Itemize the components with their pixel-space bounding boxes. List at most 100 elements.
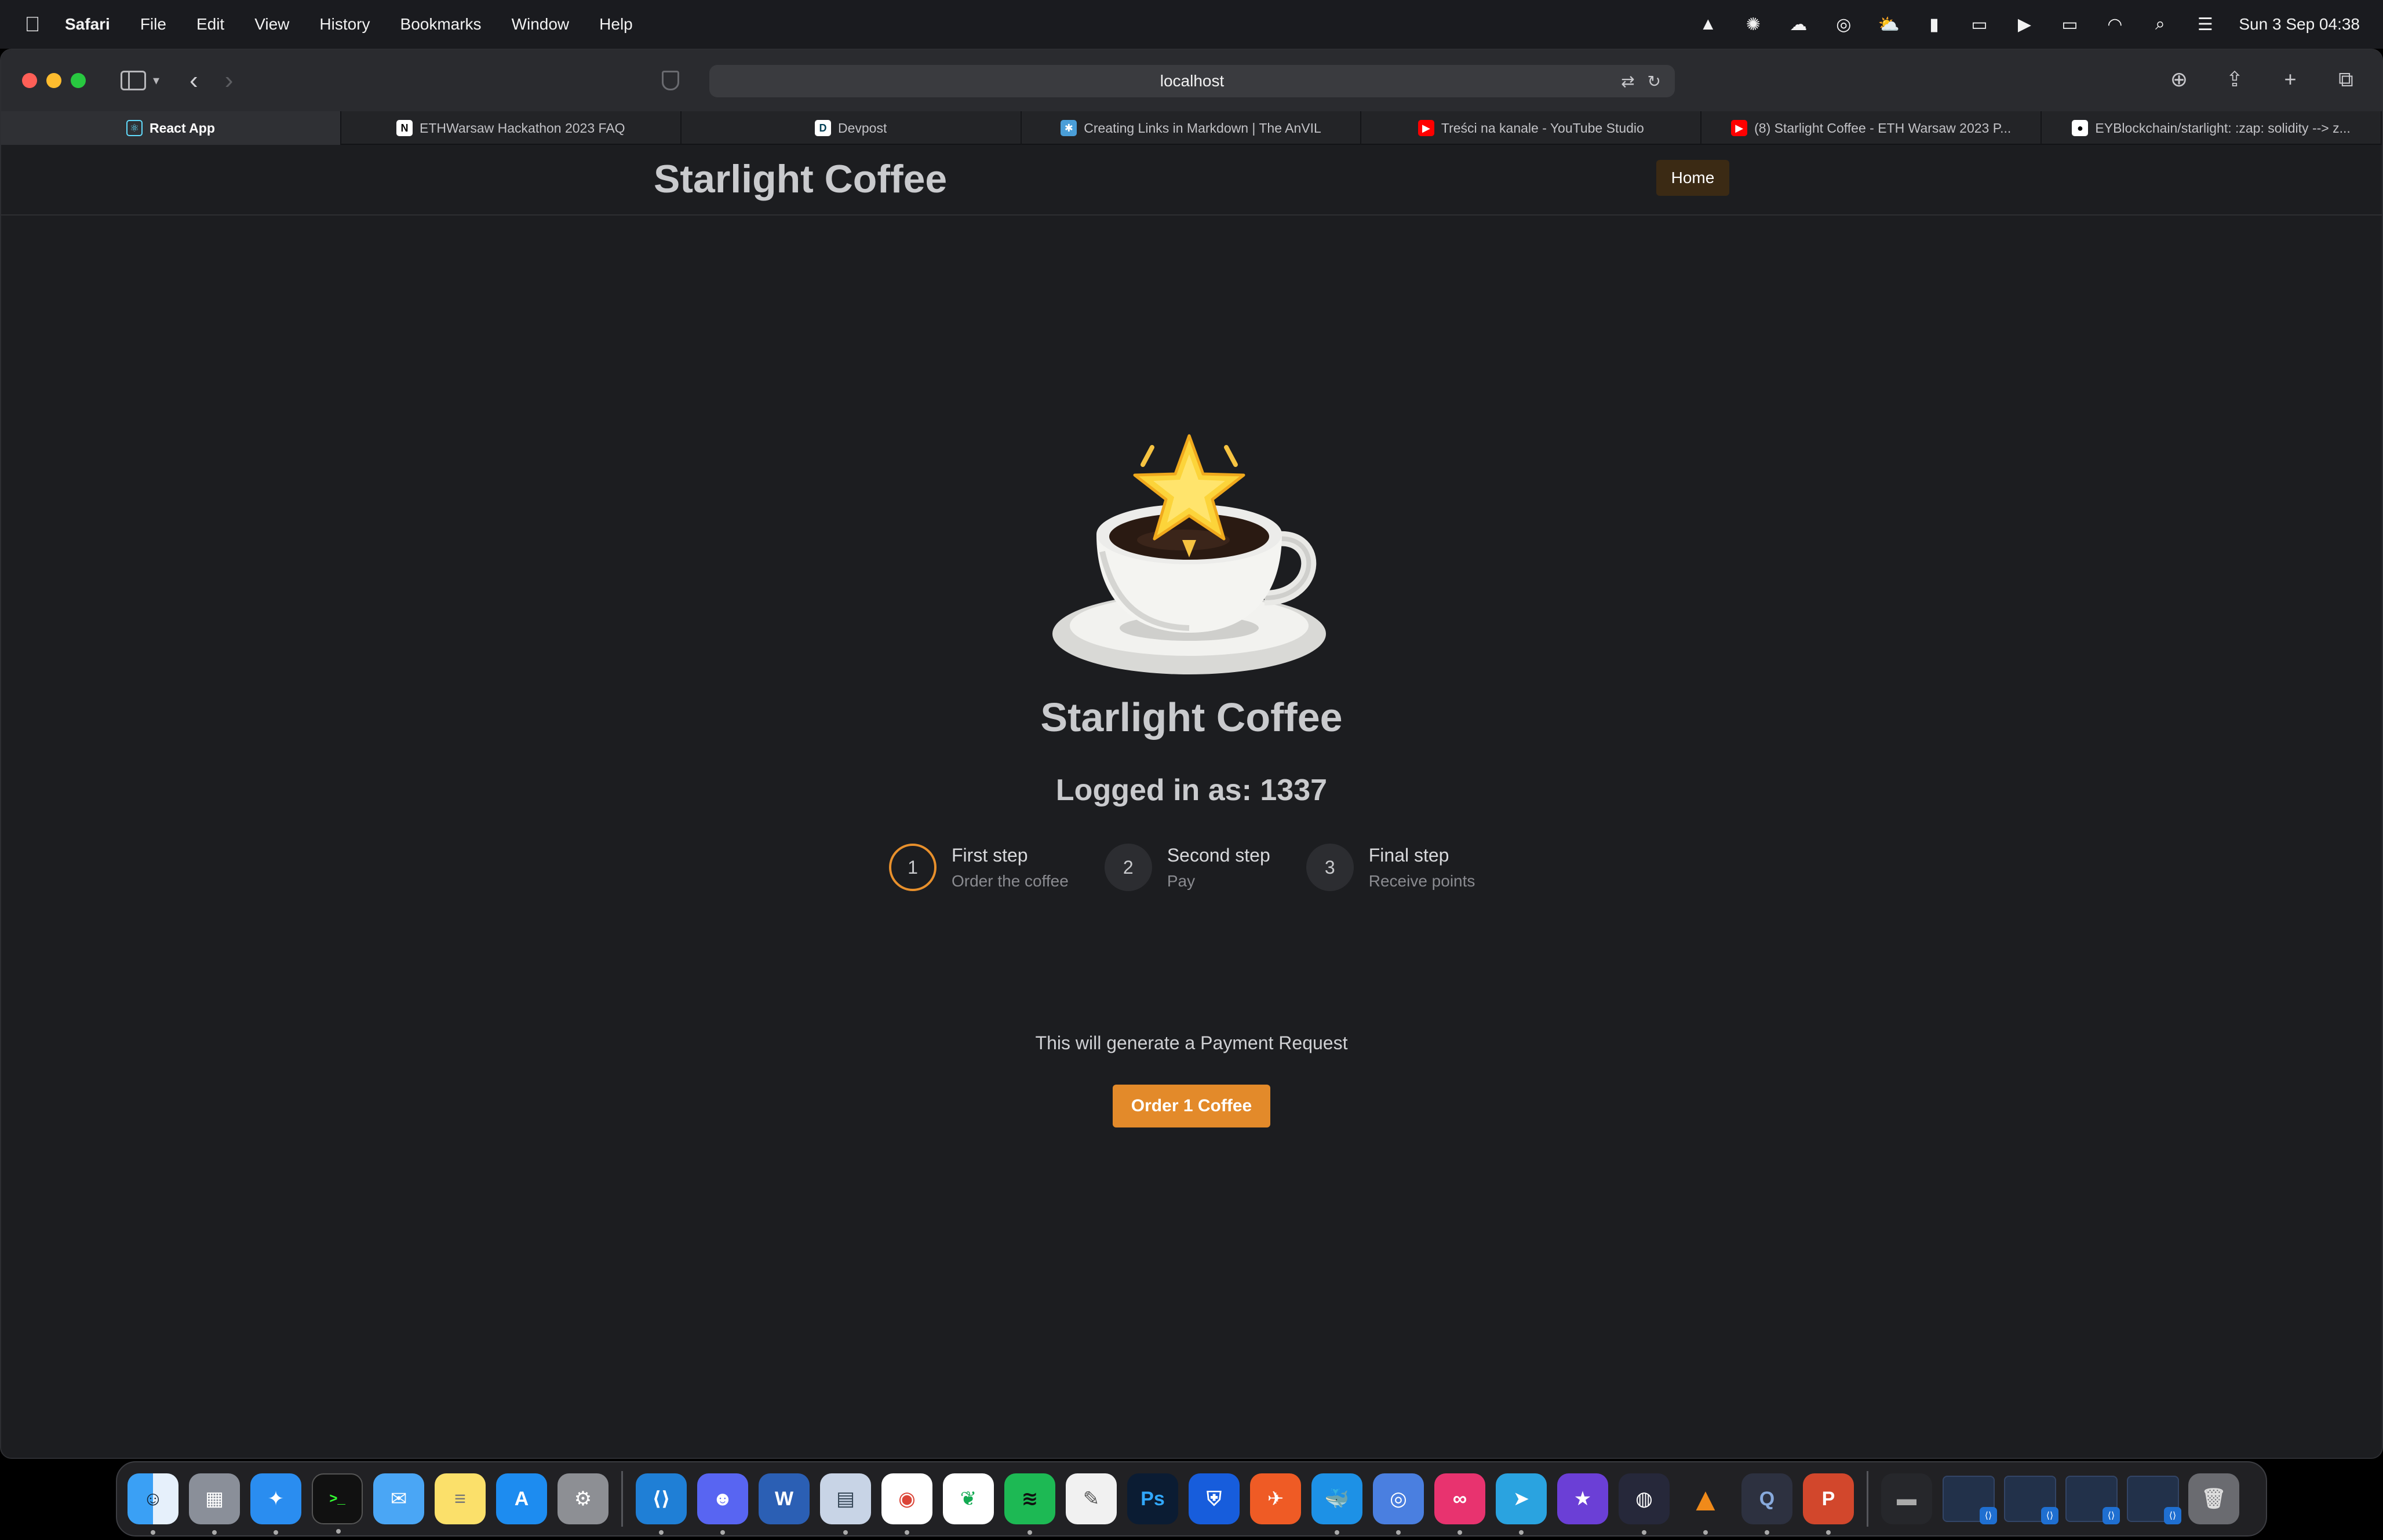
dock: ☺ ▦ ✦ >_ ✉ ≡ A ⚙ ⟨⟩ ☻ W ▤ ◉ ❦ ≋ ✎ Ps ⛨ ✈… (116, 1461, 2267, 1537)
tab-label: Creating Links in Markdown | The AnVIL (1084, 120, 1321, 136)
imovie-icon[interactable]: ★ (1557, 1473, 1608, 1524)
menubar-clock[interactable]: Sun 3 Sep 04:38 (2239, 15, 2360, 34)
bitwarden-icon[interactable]: ⛨ (1189, 1473, 1240, 1524)
step-pay[interactable]: 2 Second step Pay (1104, 835, 1270, 899)
safari-window: ▾ ‹ › localhost ⇄ ↻ ⊕ ⇪ + ⧉ ⚛ React App … (0, 49, 2383, 1459)
obs-icon[interactable]: ◍ (1619, 1473, 1670, 1535)
privacy-shield-icon[interactable] (662, 71, 680, 90)
chrome-alt-icon[interactable]: ◎ (1373, 1473, 1424, 1535)
status-area: ▲ ✺ ☁ ◎ ⛅ ▮ ▭ ▶ ▭ ◠ ⌕ ☰ Sun 3 Sep 04:38 (1696, 14, 2360, 35)
home-button[interactable]: Home (1656, 160, 1729, 196)
powerpoint-icon[interactable]: P (1803, 1473, 1854, 1535)
minimized-window[interactable]: ⟨⟩ (1943, 1476, 1997, 1524)
close-window-button[interactable] (22, 73, 37, 88)
script-editor-icon[interactable]: ✎ (1066, 1473, 1117, 1524)
menu-app-safari[interactable]: Safari (65, 15, 110, 34)
minimize-window-button[interactable] (46, 73, 61, 88)
vscode-icon: ⟨⟩ (2164, 1507, 2181, 1524)
openai-status-icon[interactable]: ✺ (1741, 14, 1765, 35)
cloud-status-icon[interactable]: ☁ (1787, 14, 1810, 35)
tab-markdown-links[interactable]: ✱ Creating Links in Markdown | The AnVIL (1022, 111, 1362, 145)
minimized-window[interactable]: ⟨⟩ (2004, 1476, 2058, 1524)
step-receive-points[interactable]: 3 Final step Receive points (1306, 835, 1475, 899)
quicktime-icon[interactable]: Q (1741, 1473, 1792, 1535)
play-status-icon[interactable]: ▶ (2013, 14, 2036, 35)
menu-edit[interactable]: Edit (196, 15, 224, 34)
app-store-icon[interactable]: A (496, 1473, 547, 1524)
minimized-window[interactable]: ⟨⟩ (2127, 1476, 2181, 1524)
preview-icon[interactable]: ▤ (820, 1473, 871, 1535)
menu-view[interactable]: View (254, 15, 289, 34)
menu-file[interactable]: File (140, 15, 166, 34)
vlc-icon[interactable]: ▲ (1680, 1473, 1731, 1535)
wifi-icon[interactable]: ◠ (2103, 14, 2126, 35)
step-order[interactable]: 1 First step Order the coffee (889, 835, 1069, 899)
web-page: Starlight Coffee Home Starlight Coffee L… (1, 146, 2382, 1458)
docker-icon[interactable]: 🐳 (1311, 1473, 1362, 1535)
step-title: Final step (1368, 844, 1449, 866)
postman-icon[interactable]: ✈ (1250, 1473, 1301, 1524)
tab-react-app[interactable]: ⚛ React App (1, 111, 341, 145)
zoom-window-button[interactable] (71, 73, 86, 88)
vscode-icon[interactable]: ⟨⟩ (636, 1473, 687, 1535)
creative-cloud-icon[interactable]: ∞ (1434, 1473, 1485, 1535)
mongodb-icon[interactable]: ❦ (943, 1473, 994, 1524)
weather-status-icon[interactable]: ⛅ (1877, 14, 1900, 35)
control-center-icon[interactable]: ☰ (2193, 14, 2217, 35)
translate-icon[interactable]: ⇄ (1621, 72, 1634, 91)
downloads-stack-icon[interactable]: ▬ (1881, 1473, 1932, 1524)
discord-icon[interactable]: ☻ (697, 1473, 748, 1535)
address-url: localhost (1160, 72, 1225, 90)
menu-bookmarks[interactable]: Bookmarks (400, 15, 482, 34)
forward-icon[interactable]: › (225, 66, 234, 95)
launchpad-icon[interactable]: ▦ (189, 1473, 240, 1535)
tab-github-starlight[interactable]: ● EYBlockchain/starlight: :zap: solidity… (2042, 111, 2382, 145)
mail-icon[interactable]: ✉ (373, 1473, 424, 1524)
hero-title: Starlight Coffee (1040, 695, 1343, 740)
tab-overview-icon[interactable]: ⧉ (2333, 67, 2359, 92)
spotlight-search-icon[interactable]: ⌕ (2148, 14, 2171, 34)
menu-help[interactable]: Help (599, 15, 633, 34)
apple-menu-icon[interactable]:  (21, 12, 44, 37)
terminal-icon[interactable]: >_ (312, 1473, 363, 1534)
finder-icon[interactable]: ☺ (127, 1473, 178, 1535)
creative-cloud-status-icon[interactable]: ◎ (1832, 14, 1855, 35)
notes-icon[interactable]: ≡ (435, 1473, 486, 1524)
word-icon[interactable]: W (759, 1473, 810, 1524)
spotify-icon[interactable]: ≋ (1004, 1473, 1055, 1535)
reload-icon[interactable]: ↻ (1648, 72, 1661, 91)
sidebar-toggle-icon[interactable] (121, 71, 146, 90)
back-icon[interactable]: ‹ (190, 66, 198, 95)
vscode-icon: ⟨⟩ (2041, 1507, 2058, 1524)
site-title[interactable]: Starlight Coffee (654, 156, 947, 202)
minimized-window[interactable]: ⟨⟩ (2065, 1476, 2120, 1524)
chevron-down-icon[interactable]: ▾ (153, 73, 159, 88)
safari-icon[interactable]: ✦ (250, 1473, 301, 1535)
tab-youtube-studio[interactable]: ▶ Treści na kanale - YouTube Studio (1361, 111, 1702, 145)
vlc-status-icon[interactable]: ▲ (1696, 14, 1719, 34)
photoshop-icon[interactable]: Ps (1127, 1473, 1178, 1524)
display-status-icon[interactable]: ▭ (1967, 14, 1991, 35)
battery-icon[interactable]: ▭ (2058, 14, 2081, 35)
menu-window[interactable]: Window (512, 15, 570, 34)
address-bar[interactable]: localhost ⇄ ↻ (709, 65, 1675, 97)
vscode-icon: ⟨⟩ (2103, 1507, 2120, 1524)
share-icon[interactable]: ⇪ (2222, 67, 2247, 92)
coffee-star-logo-icon (1052, 434, 1326, 674)
react-icon: ⚛ (126, 120, 143, 136)
logged-in-status: Logged in as: 1337 (1055, 773, 1328, 807)
new-tab-icon[interactable]: + (2278, 67, 2303, 92)
telegram-icon[interactable]: ➤ (1496, 1473, 1547, 1535)
chrome-icon[interactable]: ◉ (881, 1473, 932, 1535)
downloads-icon[interactable]: ⊕ (2166, 67, 2192, 92)
tab-starlight-video[interactable]: ▶ (8) Starlight Coffee - ETH Warsaw 2023… (1701, 111, 2042, 145)
menu-history[interactable]: History (319, 15, 370, 34)
github-icon: ● (2072, 120, 2089, 136)
sidebar-status-icon[interactable]: ▮ (1922, 14, 1945, 35)
order-coffee-button[interactable]: Order 1 Coffee (1113, 1085, 1270, 1127)
trash-icon[interactable]: 🗑 (2188, 1473, 2239, 1524)
tab-devpost[interactable]: D Devpost (682, 111, 1022, 145)
step-number: 3 (1306, 844, 1354, 891)
system-settings-icon[interactable]: ⚙ (558, 1473, 608, 1524)
tab-ethwarsaw-faq[interactable]: N ETHWarsaw Hackathon 2023 FAQ (341, 111, 682, 145)
